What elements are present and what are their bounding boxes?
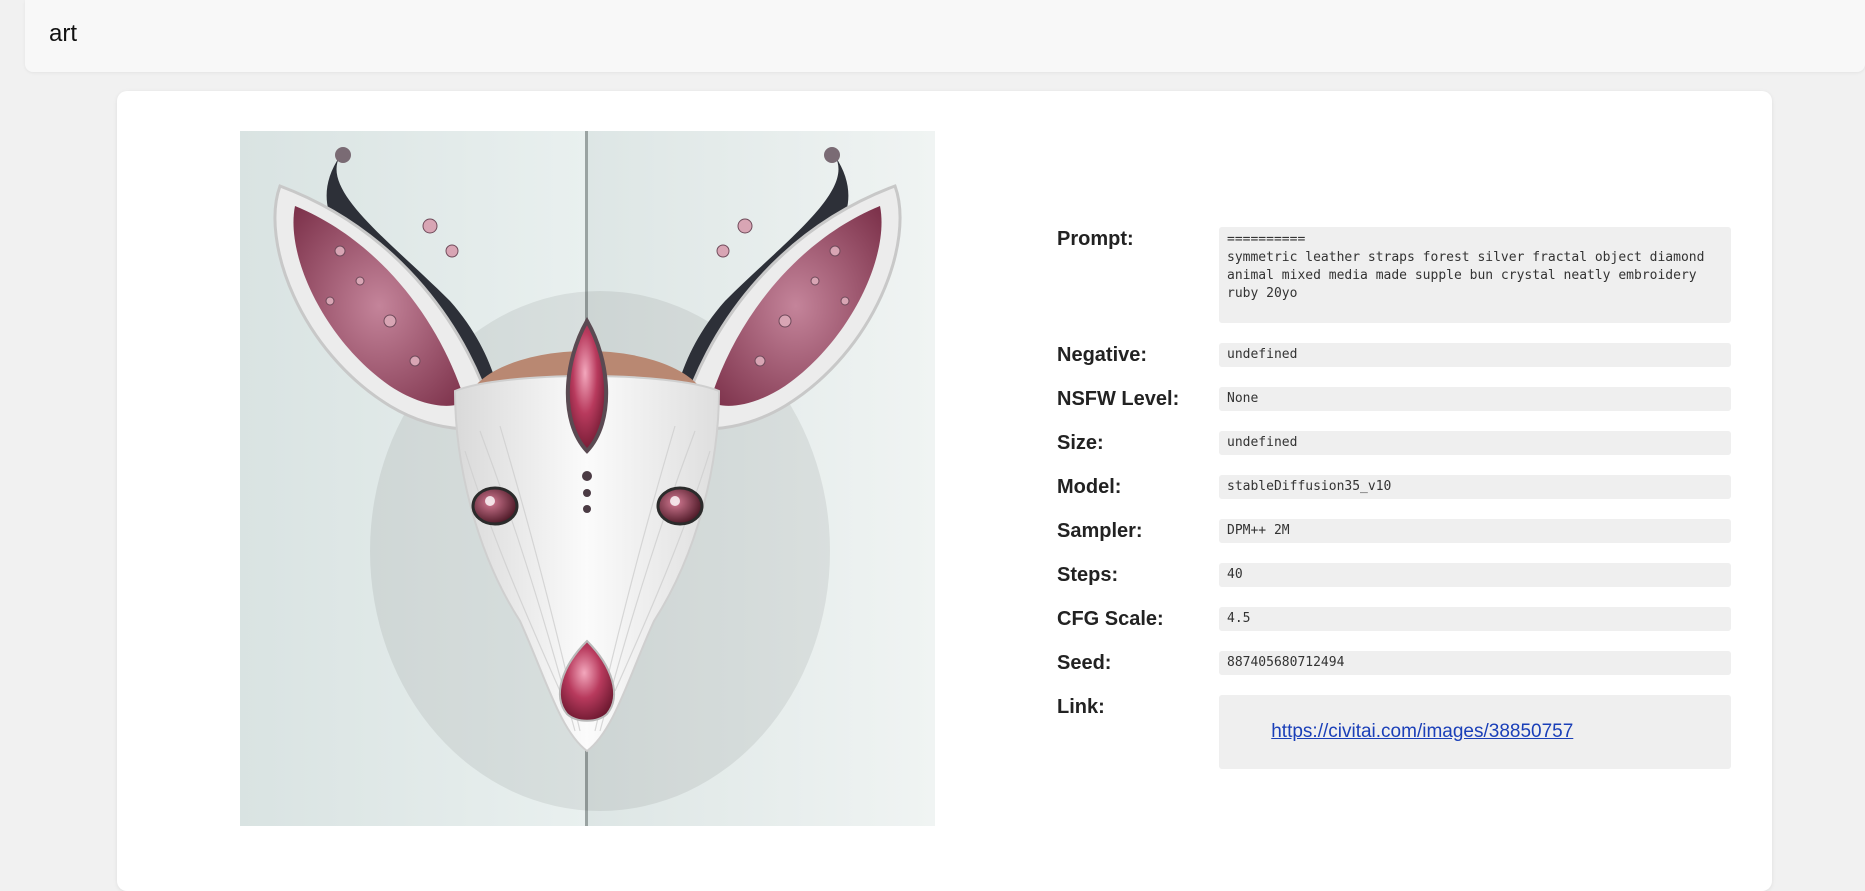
sampler-label: Sampler: xyxy=(1057,520,1143,542)
link-label: Link: xyxy=(1057,696,1105,718)
steps-value: 40 xyxy=(1219,563,1731,587)
jeweled-deer-mask-artwork-icon xyxy=(240,131,935,826)
source-link[interactable]: https://civitai.com/images/38850757 xyxy=(1271,721,1573,742)
negative-row: Negative: undefined xyxy=(1057,343,1757,367)
cfg-value: 4.5 xyxy=(1219,607,1731,631)
model-row: Model: stableDiffusion35_v10 xyxy=(1057,475,1757,499)
model-label: Model: xyxy=(1057,476,1122,498)
steps-label: Steps: xyxy=(1057,564,1119,586)
sampler-row: Sampler: DPM++ 2M xyxy=(1057,519,1757,543)
top-bar: art xyxy=(25,0,1865,72)
link-value-box: https://civitai.com/images/38850757 xyxy=(1219,695,1731,769)
nsfw-label: NSFW Level: xyxy=(1057,388,1180,410)
steps-row: Steps: 40 xyxy=(1057,563,1757,587)
negative-label: Negative: xyxy=(1057,344,1148,366)
link-row: Link: https://civitai.com/images/3885075… xyxy=(1057,695,1757,769)
size-label: Size: xyxy=(1057,432,1104,454)
seed-value: 887405680712494 xyxy=(1219,651,1731,675)
negative-value: undefined xyxy=(1219,343,1731,367)
cfg-label: CFG Scale: xyxy=(1057,608,1164,630)
generated-image xyxy=(240,131,935,826)
prompt-row: Prompt: ========== symmetric leather str… xyxy=(1057,227,1757,323)
prompt-value: ========== symmetric leather straps fore… xyxy=(1219,227,1731,323)
size-value: undefined xyxy=(1219,431,1731,455)
seed-row: Seed: 887405680712494 xyxy=(1057,651,1757,675)
cfg-row: CFG Scale: 4.5 xyxy=(1057,607,1757,631)
seed-label: Seed: xyxy=(1057,652,1112,674)
prompt-label: Prompt: xyxy=(1057,228,1134,250)
size-row: Size: undefined xyxy=(1057,431,1757,455)
nsfw-row: NSFW Level: None xyxy=(1057,387,1757,411)
image-metadata: Prompt: ========== symmetric leather str… xyxy=(1057,227,1757,789)
nsfw-value: None xyxy=(1219,387,1731,411)
sampler-value: DPM++ 2M xyxy=(1219,519,1731,543)
page-title: art xyxy=(49,20,78,47)
image-detail-card: Prompt: ========== symmetric leather str… xyxy=(117,91,1772,891)
model-value: stableDiffusion35_v10 xyxy=(1219,475,1731,499)
